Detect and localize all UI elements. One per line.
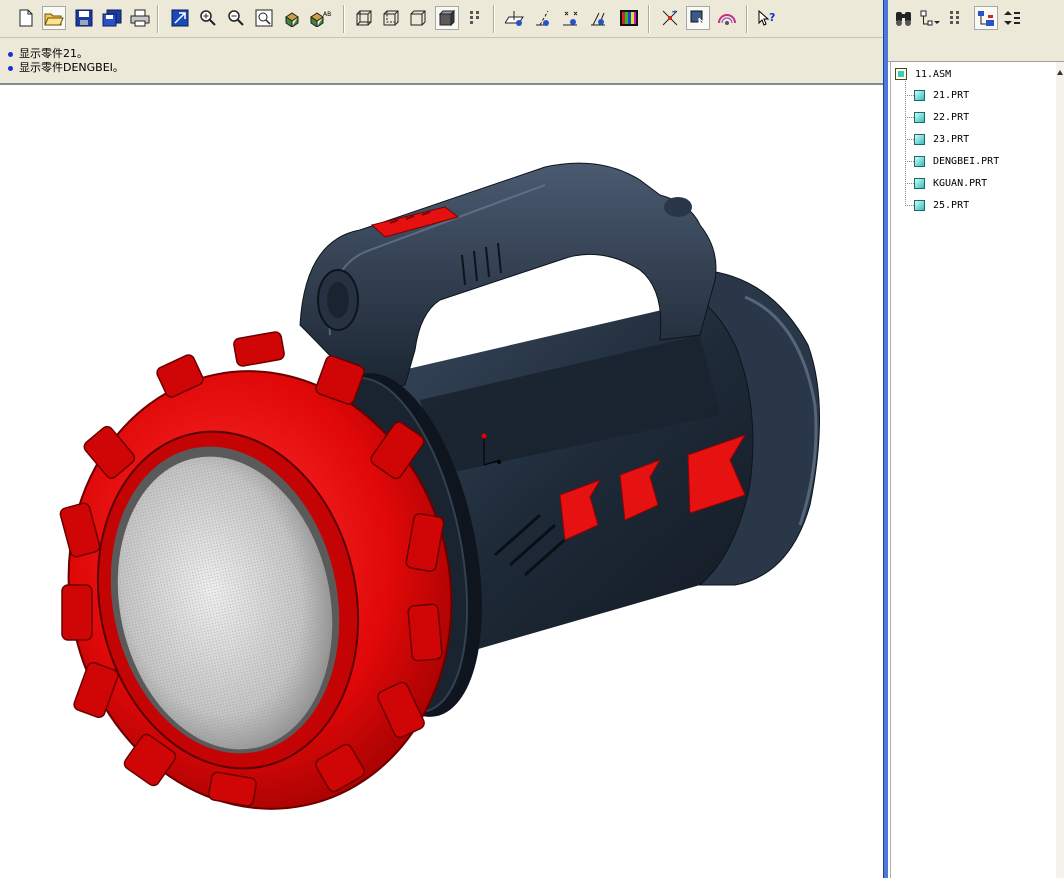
tree-item-label: DENGBEI.PRT xyxy=(933,155,1000,167)
model-tree-toolbar xyxy=(888,0,1064,38)
color-icon[interactable] xyxy=(617,6,641,30)
tree-connector xyxy=(905,161,914,162)
flashlight-model-image xyxy=(59,162,821,810)
tree-settings-icon[interactable] xyxy=(918,6,942,30)
part-icon xyxy=(914,199,925,211)
hidden-line-icon[interactable] xyxy=(379,6,403,30)
spin-center-icon[interactable] xyxy=(658,6,682,30)
part-icon xyxy=(914,89,925,101)
tree-item-part[interactable]: DENGBEI.PRT xyxy=(914,153,999,169)
toolbar-separator xyxy=(493,5,495,33)
tree-item-label: 11.ASM xyxy=(915,68,952,80)
graphics-window[interactable] xyxy=(0,85,883,878)
expand-icon[interactable] xyxy=(1000,6,1024,30)
orient-icon[interactable] xyxy=(280,6,304,30)
message-text: 显示零件DENGBEI。 xyxy=(19,61,124,74)
selection-filter-icon[interactable] xyxy=(686,6,710,30)
context-help-icon[interactable]: ? xyxy=(756,6,780,30)
show-icon[interactable] xyxy=(974,6,998,30)
tree-scrollbar[interactable] xyxy=(1056,62,1064,878)
zoom-in-icon[interactable] xyxy=(196,6,220,30)
message-area: 显示零件21。 显示零件DENGBEI。 xyxy=(0,38,886,85)
main-toolbar: AB ? xyxy=(0,0,886,38)
model-tree-panel: 11.ASM 21.PRT 22.PRT 23.PRT DENGBEI.PRT … xyxy=(888,0,1064,878)
model-tree-header xyxy=(888,38,1064,62)
tree-connector xyxy=(905,139,914,140)
save-icon[interactable] xyxy=(72,6,96,30)
datum-points-icon[interactable] xyxy=(560,6,584,30)
tree-item-label: KGUAN.PRT xyxy=(933,177,988,189)
repaint-icon[interactable] xyxy=(168,6,192,30)
datum-axes-icon[interactable] xyxy=(532,6,556,30)
scroll-up-arrow-icon[interactable] xyxy=(1056,66,1064,78)
toolbar-separator xyxy=(343,5,345,33)
appearance-icon[interactable] xyxy=(715,6,739,30)
part-icon xyxy=(914,111,925,123)
save-copy-icon[interactable] xyxy=(100,6,124,30)
tree-connector xyxy=(905,95,914,96)
tree-item-part[interactable]: 23.PRT xyxy=(914,131,969,147)
tree-connector xyxy=(905,205,914,206)
tree-item-label: 21.PRT xyxy=(933,89,970,101)
message-text: 显示零件21。 xyxy=(19,47,88,60)
message-line: 显示零件21。 xyxy=(8,47,886,61)
tree-item-label: 23.PRT xyxy=(933,133,970,145)
part-icon xyxy=(914,133,925,145)
new-file-icon[interactable] xyxy=(14,6,38,30)
svg-text:?: ? xyxy=(769,11,775,24)
tree-filter-icon[interactable] xyxy=(944,6,968,30)
shaded-icon[interactable] xyxy=(435,6,459,30)
print-icon[interactable] xyxy=(128,6,152,30)
datum-planes-icon[interactable] xyxy=(504,6,528,30)
coord-systems-icon[interactable] xyxy=(588,6,612,30)
wireframe-icon[interactable] xyxy=(352,6,376,30)
open-folder-icon[interactable] xyxy=(42,6,66,30)
zoom-out-icon[interactable] xyxy=(224,6,248,30)
no-hidden-icon[interactable] xyxy=(406,6,430,30)
svg-text:AB: AB xyxy=(323,11,331,18)
tree-connector xyxy=(905,183,914,184)
toolbar-separator xyxy=(648,5,650,33)
assembly-icon xyxy=(895,68,907,80)
message-bullet-icon xyxy=(8,65,13,71)
model-tree: 11.ASM 21.PRT 22.PRT 23.PRT DENGBEI.PRT … xyxy=(890,62,1062,878)
toolbar-separator xyxy=(746,5,748,33)
refit-icon[interactable] xyxy=(252,6,276,30)
tree-root-assembly[interactable]: 11.ASM xyxy=(895,66,951,82)
find-icon[interactable] xyxy=(892,6,916,30)
message-line: 显示零件DENGBEI。 xyxy=(8,61,886,75)
part-icon xyxy=(914,155,925,167)
saved-views-icon[interactable]: AB xyxy=(308,6,332,30)
tree-item-part[interactable]: 25.PRT xyxy=(914,197,969,213)
layers-icon[interactable] xyxy=(463,6,487,30)
message-bullet-icon xyxy=(8,51,13,57)
tree-item-part[interactable]: 21.PRT xyxy=(914,87,969,103)
tree-item-part[interactable]: 22.PRT xyxy=(914,109,969,125)
tree-item-label: 25.PRT xyxy=(933,199,970,211)
tree-connector xyxy=(905,78,906,204)
tree-item-label: 22.PRT xyxy=(933,111,970,123)
tree-connector xyxy=(905,117,914,118)
part-icon xyxy=(914,177,925,189)
tree-item-part[interactable]: KGUAN.PRT xyxy=(914,175,987,191)
toolbar-separator xyxy=(157,5,159,33)
